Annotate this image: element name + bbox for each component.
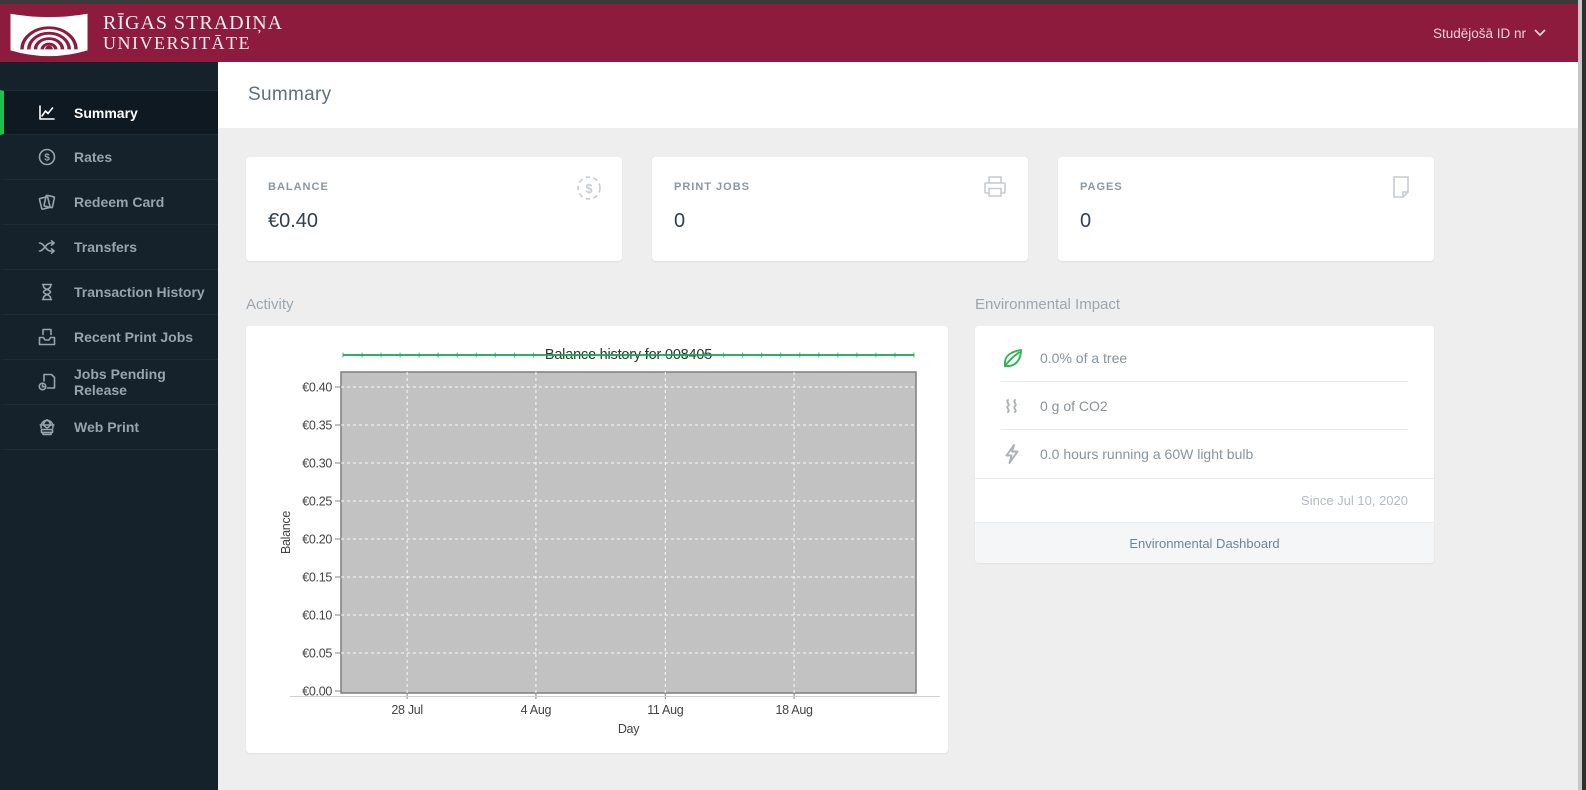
title-band: Summary — [218, 62, 1578, 128]
env-row-tree: 0.0% of a tree — [1001, 334, 1408, 382]
rsu-logo-icon — [10, 13, 88, 57]
sidebar-item-label: Rates — [74, 149, 113, 165]
svg-text:€0.35: €0.35 — [302, 419, 332, 433]
environmental-dashboard-link[interactable]: Environmental Dashboard — [1129, 536, 1279, 551]
pages-card-value: 0 — [1080, 210, 1092, 232]
sidebar-item-label: Jobs Pending Release — [74, 366, 166, 398]
scrollbar-thumb[interactable] — [1582, 0, 1586, 790]
sidebar-item-transfers[interactable]: Transfers — [0, 225, 218, 270]
sidebar-item-label: Transfers — [74, 239, 138, 255]
env-footer: Environmental Dashboard — [975, 522, 1434, 563]
svg-text:€0.10: €0.10 — [302, 609, 332, 623]
env-energy-text: 0.0 hours running a 60W light bulb — [1040, 446, 1254, 462]
svg-text:€0.15: €0.15 — [302, 571, 332, 585]
svg-text:€0.30: €0.30 — [302, 457, 332, 471]
pages-card-label: PAGES — [1080, 181, 1123, 193]
svg-text:$: $ — [44, 152, 50, 163]
environmental-impact-card: 0.0% of a tree 0 g of CO2 0.0 hours runn… — [975, 326, 1434, 563]
svg-text:€0.40: €0.40 — [302, 381, 332, 395]
env-row-co2: 0 g of CO2 — [1001, 382, 1408, 430]
svg-text:€0.25: €0.25 — [302, 495, 332, 509]
app-header: RĪGAS STRADIŅA UNIVERSITĀTE Studējošā ID… — [0, 4, 1578, 62]
sidebar-item-rates[interactable]: $ Rates — [0, 135, 218, 180]
sidebar-item-jobs-pending-release[interactable]: Jobs Pending Release — [0, 360, 218, 405]
sidebar-item-label: Web Print — [74, 419, 140, 435]
window-top-edge — [0, 0, 1586, 4]
svg-text:18 Aug: 18 Aug — [776, 703, 813, 717]
logo-line2: UNIVERSITĀTE — [103, 33, 251, 54]
svg-text:Day: Day — [618, 722, 640, 736]
summary-icon — [39, 104, 55, 120]
logo-line1: RĪGAS STRADIŅA — [103, 11, 284, 34]
sidebar-item-web-print[interactable]: Web Print — [0, 405, 218, 450]
leaf-icon — [1003, 348, 1022, 367]
university-name: RĪGAS STRADIŅA UNIVERSITĀTE — [103, 11, 284, 54]
balance-history-chart-card: Balance history for 008405 €0.00 €0.05 €0.1… — [246, 326, 948, 753]
svg-text:11 Aug: 11 Aug — [647, 703, 684, 717]
main-content: Summary BALANCE €0.40 $ PRINT JOBS 0 PAG… — [218, 62, 1578, 790]
svg-text:€0.05: €0.05 — [302, 647, 332, 661]
pages-card: PAGES 0 — [1058, 157, 1434, 261]
env-since-date: Since Jul 10, 2020 — [1301, 493, 1408, 508]
sidebar-item-label: Redeem Card — [74, 194, 165, 210]
svg-text:4 Aug: 4 Aug — [521, 703, 552, 717]
sidebar-item-transaction-history[interactable]: Transaction History — [0, 270, 218, 315]
sidebar-item-label: Recent Print Jobs — [74, 329, 194, 345]
balance-history-chart: Balance history for 008405€0.00€0.05€0.1… — [279, 347, 940, 736]
svg-text:€0.20: €0.20 — [302, 533, 332, 547]
page-title: Summary — [248, 84, 332, 105]
balance-line — [342, 352, 915, 358]
sidebar-item-label: Summary — [74, 104, 138, 121]
web-print-icon — [39, 419, 55, 436]
env-co2-text: 0 g of CO2 — [1040, 397, 1108, 414]
environmental-impact-heading: Environmental Impact — [975, 296, 1121, 313]
transaction-history-icon — [41, 283, 53, 301]
sidebar-nav: Summary $ Rates Redeem Card Transfers Tr… — [0, 90, 218, 450]
account-label: Studējošā ID nr — [1432, 25, 1526, 41]
chevron-down-icon — [1534, 29, 1546, 37]
co2-icon — [1006, 398, 1017, 413]
env-row-energy: 0.0 hours running a 60W light bulb — [1001, 430, 1408, 478]
print-jobs-card: PRINT JOBS 0 — [652, 157, 1028, 261]
sidebar-item-summary[interactable]: Summary — [0, 90, 218, 135]
sidebar-item-label: Transaction History — [74, 284, 205, 300]
page-icon — [1393, 176, 1409, 198]
print-jobs-card-label: PRINT JOBS — [674, 181, 751, 193]
balance-card-value: €0.40 — [268, 210, 319, 232]
balance-icon: $ — [577, 176, 601, 200]
balance-card-label: BALANCE — [268, 181, 329, 193]
account-menu[interactable]: Studējošā ID nr — [1433, 26, 1546, 41]
printer-icon — [984, 176, 1006, 197]
lightning-icon — [1005, 444, 1019, 464]
rates-icon: $ — [38, 148, 56, 166]
recent-print-jobs-icon — [38, 328, 56, 346]
svg-text:Balance: Balance — [279, 511, 293, 554]
svg-text:$: $ — [585, 181, 593, 196]
sidebar-item-recent-print-jobs[interactable]: Recent Print Jobs — [0, 315, 218, 360]
sidebar-item-redeem-card[interactable]: Redeem Card — [0, 180, 218, 225]
svg-text:28 Jul: 28 Jul — [391, 703, 423, 717]
transfers-icon — [38, 240, 55, 254]
jobs-pending-release-icon — [38, 373, 56, 391]
redeem-card-icon — [38, 194, 56, 210]
university-logo: RĪGAS STRADIŅA UNIVERSITĀTE — [8, 7, 283, 59]
env-tree-text: 0.0% of a tree — [1040, 349, 1128, 366]
stat-cards-row: BALANCE €0.40 $ PRINT JOBS 0 PAGES 0 — [246, 157, 1434, 261]
sidebar: Summary $ Rates Redeem Card Transfers Tr… — [0, 62, 218, 790]
activity-heading: Activity — [246, 296, 294, 313]
scrollbar[interactable] — [1578, 0, 1586, 790]
print-jobs-card-value: 0 — [674, 210, 686, 232]
balance-card: BALANCE €0.40 $ — [246, 157, 622, 261]
